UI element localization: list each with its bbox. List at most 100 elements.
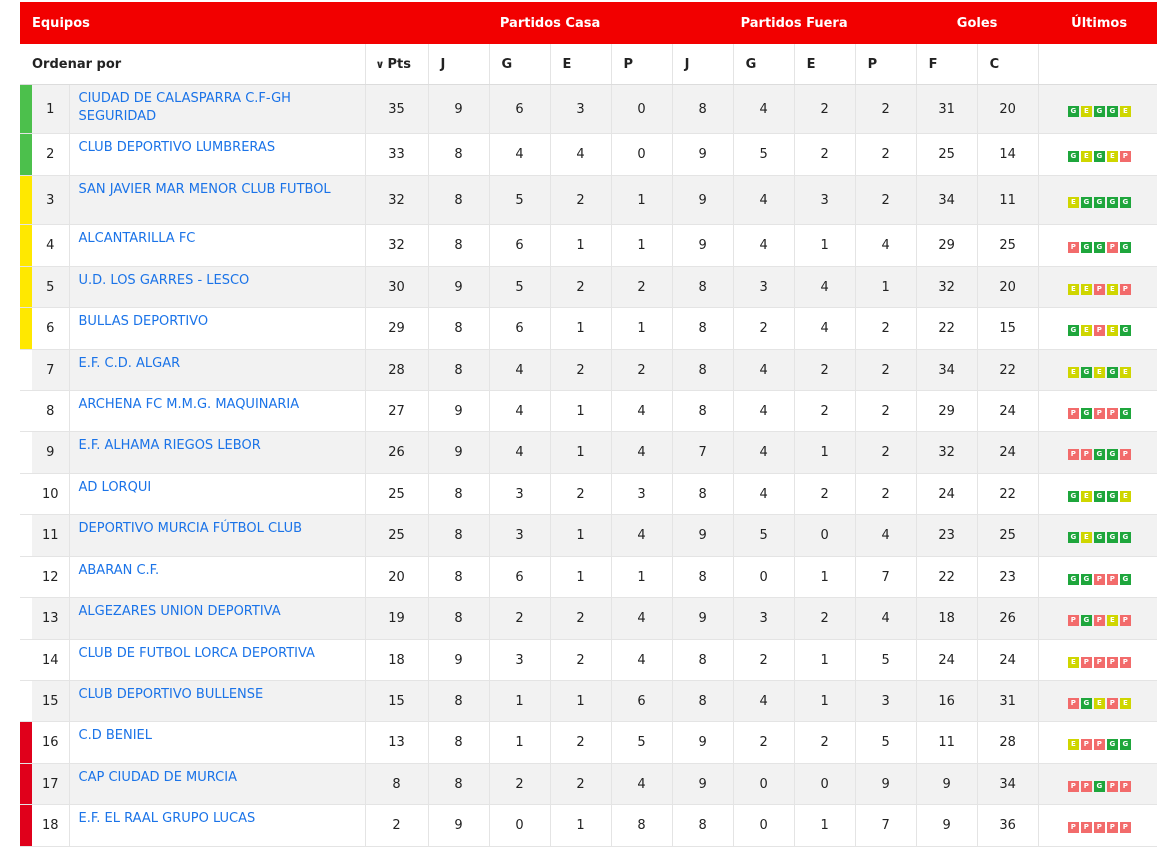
- result-badge: G: [1119, 196, 1131, 208]
- team-link[interactable]: AD LORQUI: [79, 480, 152, 495]
- team-cell: ABARAN C.F.: [69, 556, 366, 598]
- goals-c-cell: 15: [977, 307, 1039, 350]
- goals-c-cell: 20: [977, 84, 1039, 134]
- pts-cell: 2: [365, 804, 429, 847]
- home-j-cell: 9: [428, 390, 490, 432]
- team-link[interactable]: CIUDAD DE CALASPARRA C.F-GH SEGURIDAD: [79, 91, 291, 124]
- home-p-cell: 1: [611, 307, 673, 350]
- last-results-badges: PPGPP: [1067, 780, 1131, 792]
- away-j-cell: 8: [672, 390, 734, 432]
- pts-cell: 32: [365, 175, 429, 225]
- home-g-cell: 3: [489, 514, 551, 557]
- team-cell: CIUDAD DE CALASPARRA C.F-GH SEGURIDAD: [69, 84, 366, 134]
- team-link[interactable]: ALGEZARES UNION DEPORTIVA: [79, 604, 281, 619]
- team-link[interactable]: SAN JAVIER MAR MENOR CLUB FUTBOL: [79, 182, 331, 197]
- team-link[interactable]: ABARAN C.F.: [79, 563, 160, 578]
- zone-indicator: [20, 224, 32, 267]
- last-results-cell: EGEGE: [1038, 349, 1157, 391]
- away-e-cell: 3: [794, 175, 856, 225]
- result-badge: P: [1067, 407, 1079, 419]
- team-link[interactable]: CLUB DEPORTIVO BULLENSE: [79, 687, 264, 702]
- away-e-cell: 1: [794, 680, 856, 722]
- team-link[interactable]: CLUB DEPORTIVO LUMBRERAS: [79, 140, 276, 155]
- col-goals-f[interactable]: F: [916, 44, 978, 85]
- col-goals-c[interactable]: C: [977, 44, 1039, 85]
- pts-cell: 32: [365, 224, 429, 267]
- home-j-cell: 8: [428, 763, 490, 805]
- position-cell: 11: [32, 514, 70, 557]
- col-away-p[interactable]: P: [855, 44, 917, 85]
- zone-indicator: [20, 307, 32, 350]
- away-g-cell: 3: [733, 266, 795, 308]
- team-link[interactable]: C.D BENIEL: [79, 728, 153, 743]
- home-g-cell: 6: [489, 224, 551, 267]
- table-row: 5 U.D. LOS GARRES - LESCO 30 9 5 2 2 8 3 4 1 32 20 E E…: [20, 266, 1157, 308]
- result-badge: P: [1067, 697, 1079, 709]
- home-j-cell: 8: [428, 307, 490, 350]
- col-away-e[interactable]: E: [794, 44, 856, 85]
- home-j-cell: 8: [428, 680, 490, 722]
- away-p-cell: 7: [855, 556, 917, 598]
- away-p-cell: 4: [855, 597, 917, 640]
- team-link[interactable]: CAP CIUDAD DE MURCIA: [79, 770, 237, 785]
- away-e-cell: 2: [794, 721, 856, 764]
- col-away-j[interactable]: J: [672, 44, 734, 85]
- team-link[interactable]: E.F. C.D. ALGAR: [79, 356, 181, 371]
- team-link[interactable]: E.F. ALHAMA RIEGOS LEBOR: [79, 438, 261, 453]
- team-link[interactable]: E.F. EL RAAL GRUPO LUCAS: [79, 811, 256, 826]
- away-j-cell: 9: [672, 175, 734, 225]
- goals-c-cell: 22: [977, 473, 1039, 515]
- result-badge: P: [1119, 449, 1131, 460]
- header-last: Últimos: [1038, 2, 1157, 44]
- result-badge: E: [1119, 366, 1131, 378]
- result-badge: P: [1106, 780, 1118, 792]
- goals-c-cell: 24: [977, 431, 1039, 474]
- away-e-cell: 1: [794, 556, 856, 598]
- goals-c-cell: 24: [977, 639, 1039, 681]
- col-home-j[interactable]: J: [428, 44, 490, 85]
- zone-indicator: [20, 597, 32, 640]
- home-p-cell: 6: [611, 680, 673, 722]
- col-home-e[interactable]: E: [550, 44, 612, 85]
- away-e-cell: 2: [794, 84, 856, 134]
- table-row: 3 SAN JAVIER MAR MENOR CLUB FUTBOL 32 8 5 2 1 9…: [20, 175, 1157, 225]
- sort-pts-button[interactable]: ∨ Pts: [365, 44, 429, 85]
- goals-c-cell: 34: [977, 763, 1039, 805]
- zone-indicator: [20, 84, 32, 134]
- away-p-cell: 2: [855, 390, 917, 432]
- team-link[interactable]: ARCHENA FC M.M.G. MAQUINARIA: [79, 397, 300, 412]
- home-g-cell: 2: [489, 763, 551, 805]
- col-home-p[interactable]: P: [611, 44, 673, 85]
- team-link[interactable]: BULLAS DEPORTIVO: [79, 314, 209, 329]
- away-p-cell: 4: [855, 224, 917, 267]
- team-cell: DEPORTIVO MURCIA FÚTBOL CLUB: [69, 514, 366, 557]
- result-badge: G: [1106, 105, 1118, 117]
- away-j-cell: 9: [672, 597, 734, 640]
- result-badge: P: [1106, 697, 1118, 709]
- last-results-cell: EPPGG: [1038, 721, 1157, 764]
- team-link[interactable]: ALCANTARILLA FC: [79, 231, 196, 246]
- standings-body: 1 CIUDAD DE CALASPARRA C.F-GH SEGURIDAD 35…: [20, 84, 1157, 847]
- home-p-cell: 8: [611, 804, 673, 847]
- result-badge: P: [1093, 739, 1105, 750]
- team-cell: BULLAS DEPORTIVO: [69, 307, 366, 350]
- header-home: Partidos Casa: [428, 2, 673, 44]
- result-badge: G: [1067, 490, 1079, 502]
- result-badge: G: [1119, 407, 1131, 419]
- team-link[interactable]: DEPORTIVO MURCIA FÚTBOL CLUB: [79, 521, 303, 536]
- team-link[interactable]: U.D. LOS GARRES - LESCO: [79, 273, 250, 288]
- result-badge: E: [1080, 532, 1092, 543]
- last-results-badges: PGPEP: [1067, 615, 1131, 626]
- table-row: 8 ARCHENA FC M.M.G. MAQUINARIA 27 9 4 1 4 8 4 2 2 2…: [20, 390, 1157, 432]
- team-cell: E.F. EL RAAL GRUPO LUCAS: [69, 804, 366, 847]
- goals-f-cell: 18: [916, 597, 978, 640]
- col-home-g[interactable]: G: [489, 44, 551, 85]
- home-g-cell: 4: [489, 431, 551, 474]
- team-link[interactable]: CLUB DE FUTBOL LORCA DEPORTIVA: [79, 646, 315, 661]
- goals-f-cell: 16: [916, 680, 978, 722]
- home-p-cell: 4: [611, 597, 673, 640]
- result-badge: G: [1093, 532, 1105, 543]
- team-cell: AD LORQUI: [69, 473, 366, 515]
- home-j-cell: 9: [428, 639, 490, 681]
- col-away-g[interactable]: G: [733, 44, 795, 85]
